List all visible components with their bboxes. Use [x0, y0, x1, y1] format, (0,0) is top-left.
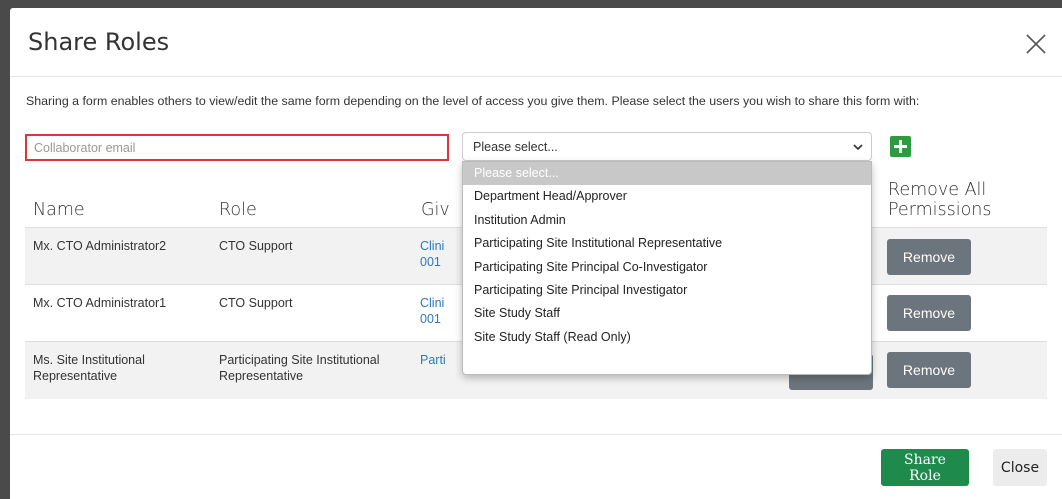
close-icon[interactable]	[1022, 30, 1050, 58]
given-line2: 001	[420, 255, 441, 269]
given-line1: Clini	[420, 296, 445, 310]
dropdown-option[interactable]: Site Study Staff	[463, 302, 871, 325]
share-roles-modal: Share Roles Sharing a form enables other…	[10, 8, 1062, 499]
dropdown-option[interactable]: Please select...	[463, 162, 871, 186]
dropdown-option[interactable]: Participating Site Principal Co-Investig…	[463, 256, 871, 279]
footer-divider	[10, 434, 1062, 435]
dropdown-option[interactable]: Participating Site Principal Investigato…	[463, 279, 871, 302]
remove-button[interactable]: Remove	[887, 352, 971, 388]
dropdown-option[interactable]: Institution Admin	[463, 209, 871, 232]
row-given-link[interactable]: Parti	[420, 352, 446, 368]
row-given-link[interactable]: Clini 001	[420, 238, 444, 270]
add-collaborator-button[interactable]	[890, 136, 911, 157]
row-role: Participating Site Institutional Represe…	[219, 352, 380, 384]
given-line2: 001	[420, 312, 441, 326]
close-button[interactable]: Close	[993, 449, 1047, 486]
remove-button[interactable]: Remove	[887, 295, 971, 331]
modal-title: Share Roles	[28, 28, 170, 56]
name-line1: Ms. Site Institutional	[33, 353, 145, 367]
column-header-remove-all: Remove All Permissions	[888, 180, 992, 220]
remove-all-line1: Remove All	[888, 180, 987, 200]
column-header-given: Giv	[421, 200, 450, 220]
row-given-link[interactable]: Clini 001	[420, 295, 444, 327]
row-role: CTO Support	[219, 239, 293, 253]
remove-all-line2: Permissions	[888, 200, 992, 220]
given-line1: Clini	[420, 239, 445, 253]
row-name: Ms. Site Institutional Representative	[33, 352, 145, 384]
dropdown-option[interactable]: Participating Site Institutional Represe…	[463, 232, 871, 255]
row-name: Mx. CTO Administrator2	[33, 239, 167, 253]
row-name: Mx. CTO Administrator1	[33, 296, 167, 310]
column-header-name: Name	[33, 200, 85, 220]
row-role: CTO Support	[219, 296, 293, 310]
role-line1: Participating Site Institutional	[219, 353, 380, 367]
dropdown-option[interactable]: Department Head/Approver	[463, 185, 871, 208]
dropdown-option[interactable]: Site Study Staff (Read Only)	[463, 326, 871, 349]
role-select[interactable]: Please select...	[462, 132, 872, 161]
collaborator-email-input[interactable]	[25, 134, 449, 161]
modal-header: Share Roles	[10, 8, 1062, 77]
column-header-role: Role	[219, 200, 257, 220]
remove-button[interactable]: Remove	[887, 239, 971, 275]
share-role-button[interactable]: Share Role	[881, 449, 969, 486]
role-select-dropdown: Please select... Department Head/Approve…	[462, 161, 872, 375]
role-line2: Representative	[219, 369, 304, 383]
role-select-value: Please select...	[473, 140, 558, 154]
intro-text: Sharing a form enables others to view/ed…	[26, 94, 920, 108]
chevron-down-icon	[853, 144, 863, 151]
name-line2: Representative	[33, 369, 118, 383]
